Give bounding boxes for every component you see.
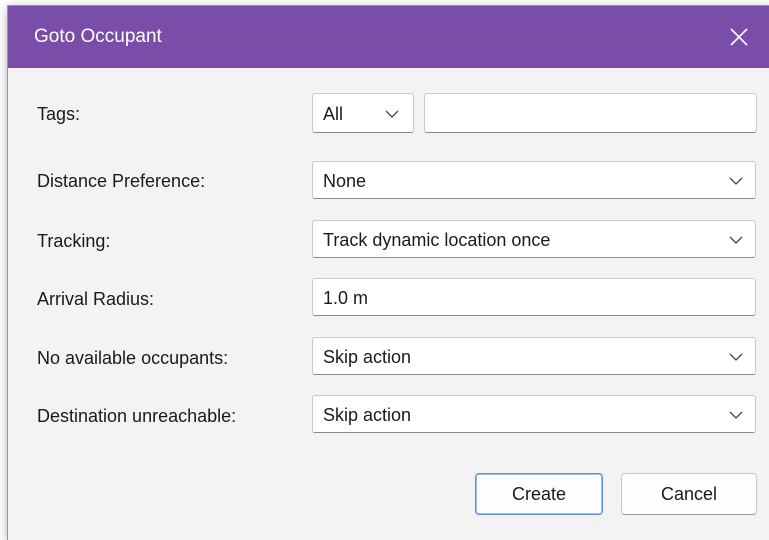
close-icon [730,28,748,46]
tags-mode-select[interactable]: All [312,93,414,133]
close-button[interactable] [709,6,769,68]
no-available-occupants-label: No available occupants: [37,348,229,368]
tracking-value: Track dynamic location once [323,230,551,250]
distance-preference-label: Distance Preference: [37,171,206,191]
chevron-down-icon [729,411,743,419]
create-button[interactable]: Create [475,473,603,515]
destination-unreachable-select[interactable]: Skip action [312,395,756,433]
cancel-button[interactable]: Cancel [621,473,757,515]
dialog-title: Goto Occupant [34,26,162,47]
tags-label: Tags: [37,104,81,124]
arrival-radius-label: Arrival Radius: [37,289,155,309]
title-bar: Goto Occupant [8,6,769,68]
chevron-down-icon [729,353,743,361]
goto-occupant-dialog: Goto Occupant Tags: All Distance Prefere… [8,6,769,540]
distance-preference-select[interactable]: None [312,161,756,199]
no-available-occupants-value: Skip action [323,347,412,367]
tracking-label: Tracking: [37,231,111,251]
tracking-select[interactable]: Track dynamic location once [312,220,756,258]
arrival-radius-value: 1.0 m [323,288,369,308]
chevron-down-icon [385,110,399,118]
destination-unreachable-label: Destination unreachable: [37,406,237,426]
no-available-occupants-select[interactable]: Skip action [312,337,756,375]
distance-preference-value: None [323,171,367,191]
tags-mode-value: All [323,104,344,124]
chevron-down-icon [729,177,743,185]
chevron-down-icon [729,236,743,244]
destination-unreachable-value: Skip action [323,405,412,425]
tags-text-input[interactable] [424,93,757,133]
arrival-radius-input[interactable]: 1.0 m [312,278,756,316]
